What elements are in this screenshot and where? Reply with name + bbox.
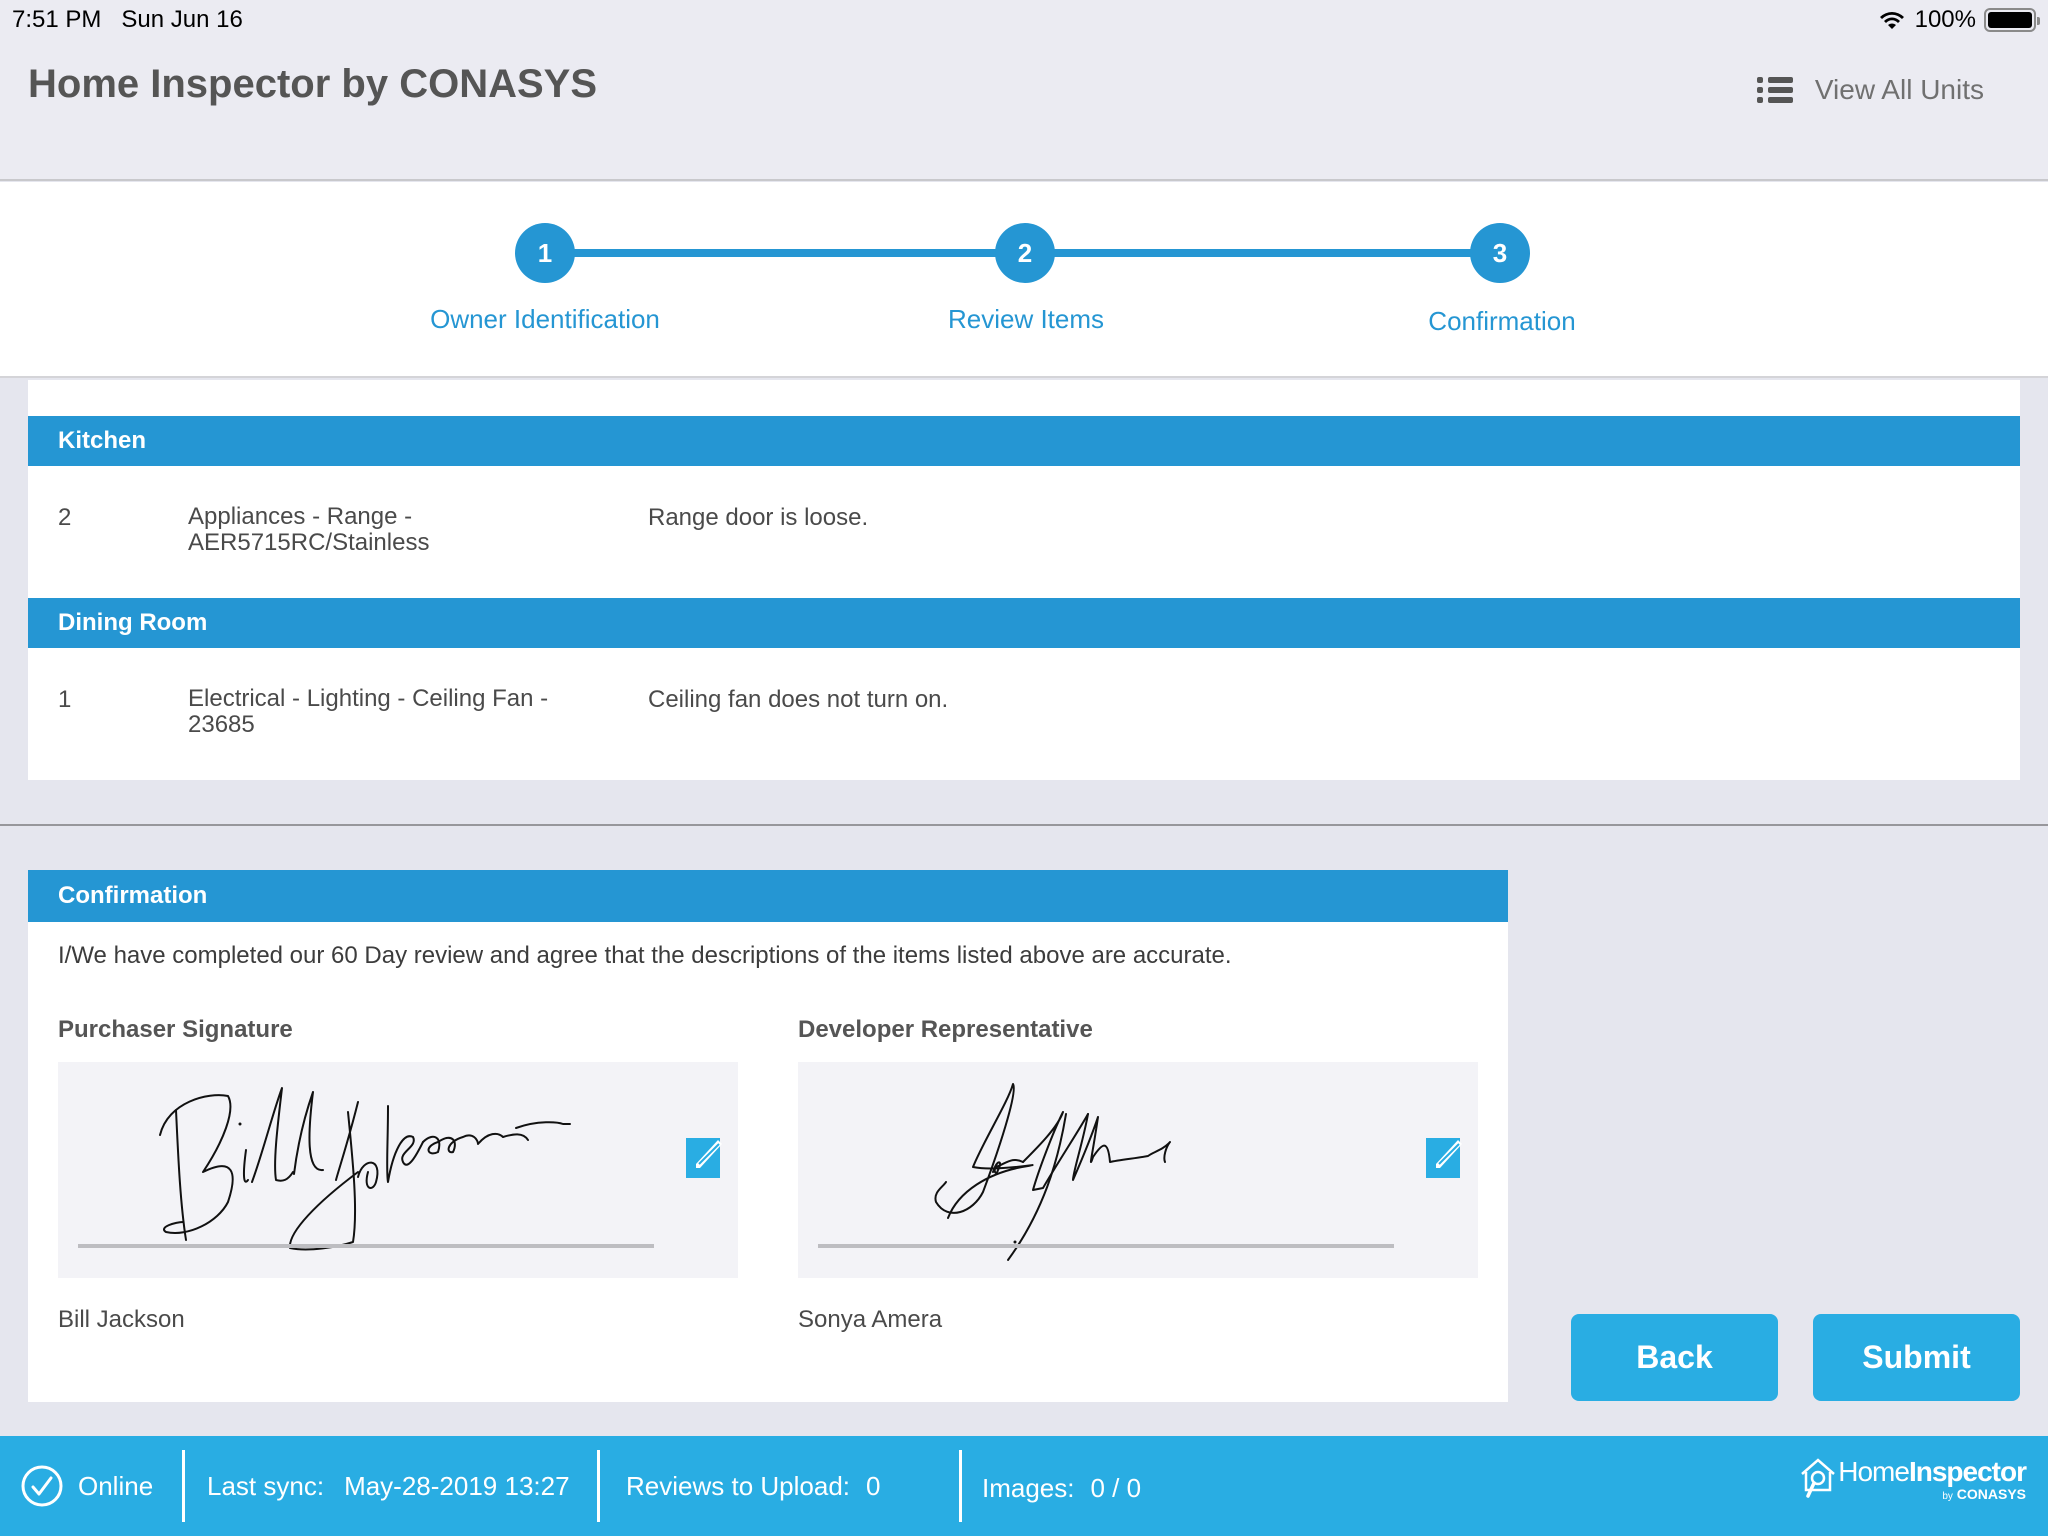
- images-label: Images:: [982, 1472, 1075, 1503]
- online-label: Online: [78, 1470, 154, 1501]
- view-all-units-button[interactable]: View All Units: [1756, 74, 1984, 106]
- edit-signature-icon[interactable]: [1426, 1134, 1466, 1178]
- logo-conasys: CONASYS: [1956, 1486, 2026, 1502]
- status-bar: 7:51 PM Sun Jun 16 100%: [0, 0, 2048, 40]
- review-items-panel: Kitchen 2 Appliances - Range - AER5715RC…: [28, 380, 2020, 780]
- purchaser-signature-pad[interactable]: [58, 1062, 738, 1278]
- app-header: Home Inspector by CONASYS View All Units: [0, 40, 2048, 181]
- step-2-circle[interactable]: 2: [995, 223, 1055, 283]
- last-sync-label: Last sync:: [207, 1470, 325, 1501]
- item-description: Ceiling fan does not turn on.: [648, 686, 949, 713]
- time-text: 7:51 PM: [12, 6, 102, 33]
- confirmation-statement: I/We have completed our 60 Day review an…: [58, 942, 1232, 969]
- step-2-label[interactable]: Review Items: [948, 304, 1104, 335]
- table-row[interactable]: 1 Electrical - Lighting - Ceiling Fan - …: [28, 648, 2020, 780]
- confirmation-header: Confirmation: [28, 870, 1508, 922]
- battery-percent: 100%: [1914, 6, 1976, 33]
- status-right: 100%: [1877, 6, 2040, 34]
- progress-stepper: 1 2 3 Owner Identification Review Items …: [0, 182, 2048, 378]
- logo-inspector: Inspector: [1908, 1456, 2027, 1487]
- date-text: Sun Jun 16: [121, 6, 243, 33]
- room-header-dining-room: Dining Room: [28, 598, 2020, 648]
- online-status: Online: [20, 1436, 153, 1536]
- step-connector: [545, 249, 1025, 257]
- step-3-circle[interactable]: 3: [1470, 223, 1530, 283]
- purchaser-name: Bill Jackson: [58, 1306, 185, 1333]
- check-circle-icon: [21, 1465, 63, 1507]
- submit-button[interactable]: Submit: [1813, 1314, 2020, 1401]
- confirmation-panel: Confirmation I/We have completed our 60 …: [28, 870, 1508, 1402]
- step-1-label[interactable]: Owner Identification: [430, 304, 660, 335]
- images-count: Images: 0 / 0: [982, 1438, 1141, 1536]
- step-connector: [1025, 249, 1500, 257]
- step-3-label[interactable]: Confirmation: [1428, 306, 1575, 337]
- wifi-icon: [1879, 12, 1904, 29]
- item-name: Electrical - Lighting - Ceiling Fan - 23…: [188, 685, 549, 738]
- developer-name: Sonya Amera: [798, 1306, 943, 1333]
- last-sync: Last sync: May-28-2019 13:27: [207, 1436, 570, 1536]
- battery-icon: [1984, 8, 2040, 32]
- reviews-value: 0: [866, 1470, 881, 1501]
- room-header-kitchen: Kitchen: [28, 416, 2020, 466]
- back-button[interactable]: Back: [1571, 1314, 1778, 1401]
- reviews-label: Reviews to Upload:: [626, 1470, 850, 1501]
- item-name: Appliances - Range - AER5715RC/Stainless: [188, 503, 430, 556]
- images-value: 0 / 0: [1090, 1472, 1142, 1503]
- logo-by: by: [1942, 1491, 1953, 1502]
- last-sync-value: May-28-2019 13:27: [344, 1470, 570, 1501]
- list-icon: [1756, 77, 1793, 103]
- footer-separator: [182, 1450, 185, 1522]
- footer-separator: [597, 1450, 600, 1522]
- edit-signature-icon[interactable]: [686, 1134, 726, 1178]
- item-number: 2: [58, 504, 72, 531]
- status-time: 7:51 PM Sun Jun 16: [12, 6, 243, 34]
- step-1-circle[interactable]: 1: [515, 223, 575, 283]
- house-magnifier-icon: [1801, 1458, 1836, 1498]
- home-inspector-logo: HomeInspector by CONASYS: [1798, 1456, 2027, 1502]
- section-divider: [0, 824, 2048, 826]
- item-number: 1: [58, 686, 72, 713]
- developer-signature-label: Developer Representative: [798, 1016, 1093, 1043]
- reviews-to-upload: Reviews to Upload: 0: [626, 1436, 880, 1536]
- logo-home: Home: [1838, 1456, 1910, 1487]
- app-title: Home Inspector by CONASYS: [28, 62, 598, 106]
- developer-signature-pad[interactable]: [798, 1062, 1478, 1278]
- signature-baseline: [818, 1244, 1394, 1248]
- item-description: Range door is loose.: [648, 504, 869, 531]
- view-all-units-label: View All Units: [1814, 74, 1984, 105]
- footer-status-bar: Online Last sync: May-28-2019 13:27 Revi…: [0, 1436, 2048, 1536]
- table-row[interactable]: 2 Appliances - Range - AER5715RC/Stainle…: [28, 466, 2020, 598]
- purchaser-signature-label: Purchaser Signature: [58, 1016, 293, 1043]
- signature-baseline: [78, 1244, 654, 1248]
- footer-separator: [959, 1450, 962, 1522]
